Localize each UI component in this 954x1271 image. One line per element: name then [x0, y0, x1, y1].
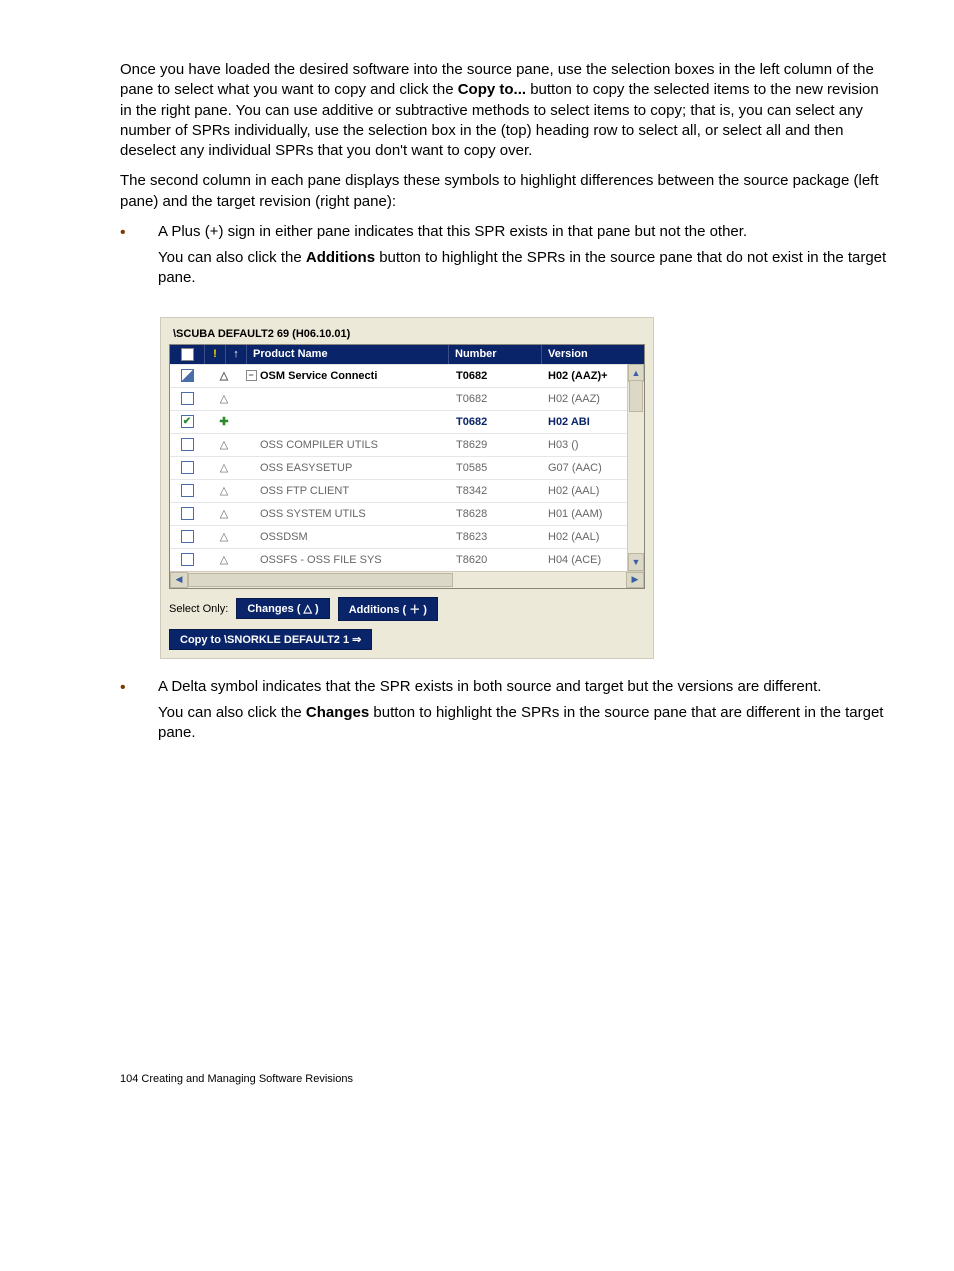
- row-checkbox[interactable]: [170, 484, 204, 497]
- table-row[interactable]: ✔✚T0682H02 ABI: [170, 410, 644, 433]
- bullet-1: • A Plus (+) sign in either pane indicat…: [120, 222, 894, 299]
- delta-icon: △: [204, 484, 244, 497]
- scroll-right-icon[interactable]: ▶: [626, 572, 644, 588]
- row-checkbox[interactable]: [170, 507, 204, 520]
- bullet-2-line-1: A Delta symbol indicates that the SPR ex…: [158, 677, 894, 697]
- plus-icon: ✚: [204, 415, 244, 428]
- horizontal-scrollbar[interactable]: ◀ ▶: [170, 571, 644, 588]
- number-cell: T8620: [450, 554, 542, 566]
- paragraph-2: The second column in each pane displays …: [120, 171, 894, 212]
- product-name-cell: OSSDSM: [258, 531, 450, 543]
- delta-icon: △: [204, 507, 244, 520]
- product-name-cell: OSSFS - OSS FILE SYS: [258, 554, 450, 566]
- text: You can also click the: [158, 249, 306, 266]
- row-checkbox[interactable]: [170, 530, 204, 543]
- delta-icon: △: [204, 553, 244, 566]
- bullet-1-line-1: A Plus (+) sign in either pane indicates…: [158, 222, 894, 242]
- scroll-down-icon[interactable]: ▼: [628, 553, 644, 571]
- additions-button[interactable]: Additions ( ＋ ): [338, 597, 438, 621]
- header-select-all[interactable]: [170, 345, 205, 364]
- scroll-handle[interactable]: [188, 573, 453, 587]
- bullet-1-line-2: You can also click the Additions button …: [158, 248, 894, 289]
- header-number[interactable]: Number: [449, 345, 542, 364]
- delta-icon: △: [204, 530, 244, 543]
- row-checkbox[interactable]: [170, 392, 204, 405]
- table-row[interactable]: △−OSM Service ConnectiT0682H02 (AAZ)+: [170, 364, 644, 387]
- header-version[interactable]: Version: [542, 345, 644, 364]
- table-row[interactable]: △OSS EASYSETUPT0585G07 (AAC): [170, 456, 644, 479]
- product-name-cell: OSS FTP CLIENT: [258, 485, 450, 497]
- number-cell: T0682: [450, 370, 542, 382]
- table-body: △−OSM Service ConnectiT0682H02 (AAZ)+△T0…: [170, 364, 644, 571]
- header-product-name[interactable]: Product Name: [247, 345, 449, 364]
- changes-strong: Changes: [306, 704, 369, 721]
- number-cell: T8628: [450, 508, 542, 520]
- bullet-dot-icon: •: [120, 677, 158, 754]
- delta-icon: △: [204, 369, 244, 382]
- header-alert-icon[interactable]: !: [205, 345, 226, 364]
- table-row[interactable]: △OSS COMPILER UTILST8629H03 (): [170, 433, 644, 456]
- table-row[interactable]: △OSS SYSTEM UTILST8628H01 (AAM): [170, 502, 644, 525]
- additions-strong: Additions: [306, 249, 375, 266]
- row-checkbox[interactable]: [170, 553, 204, 566]
- product-name-cell: OSM Service Connecti: [258, 370, 450, 382]
- table-row[interactable]: △T0682H02 (AAZ): [170, 387, 644, 410]
- header-sort-icon[interactable]: ↑: [226, 345, 247, 364]
- table-row[interactable]: △OSS FTP CLIENTT8342H02 (AAL): [170, 479, 644, 502]
- page-footer: 104 Creating and Managing Software Revis…: [120, 1073, 894, 1085]
- product-name-cell: OSS EASYSETUP: [258, 462, 450, 474]
- delta-icon: △: [204, 461, 244, 474]
- select-only-row: Select Only: Changes ( △ ) Additions ( ＋…: [169, 597, 645, 621]
- product-name-cell: OSS SYSTEM UTILS: [258, 508, 450, 520]
- table-row[interactable]: △OSSDSMT8623H02 (AAL): [170, 525, 644, 548]
- expand-toggle[interactable]: −: [244, 370, 258, 381]
- scroll-thumb[interactable]: [629, 380, 643, 412]
- changes-button[interactable]: Changes ( △ ): [236, 598, 329, 619]
- table-header[interactable]: ! ↑ Product Name Number Version: [170, 345, 644, 364]
- number-cell: T0682: [450, 416, 542, 428]
- table-row[interactable]: △OSSFS - OSS FILE SYST8620H04 (ACE): [170, 548, 644, 571]
- scroll-track[interactable]: [188, 572, 626, 588]
- number-cell: T8629: [450, 439, 542, 451]
- number-cell: T8342: [450, 485, 542, 497]
- paragraph-1: Once you have loaded the desired softwar…: [120, 60, 894, 161]
- vertical-scrollbar[interactable]: ▲ ▼: [627, 364, 644, 571]
- bullet-2-line-2: You can also click the Changes button to…: [158, 703, 894, 744]
- number-cell: T0585: [450, 462, 542, 474]
- number-cell: T0682: [450, 393, 542, 405]
- scroll-left-icon[interactable]: ◀: [170, 572, 188, 588]
- row-checkbox[interactable]: [170, 438, 204, 451]
- spr-table: ! ↑ Product Name Number Version △−OSM Se…: [169, 344, 645, 589]
- text: You can also click the: [158, 704, 306, 721]
- bullet-2: • A Delta symbol indicates that the SPR …: [120, 677, 894, 754]
- copy-to-strong: Copy to...: [458, 81, 526, 98]
- pane-title: \SCUBA DEFAULT2 69 (H06.10.01): [169, 326, 645, 344]
- copy-to-row: Copy to \SNORKLE DEFAULT2 1 ⇒: [169, 629, 645, 650]
- row-checkbox[interactable]: [170, 461, 204, 474]
- copy-to-button[interactable]: Copy to \SNORKLE DEFAULT2 1 ⇒: [169, 629, 372, 650]
- delta-icon: △: [204, 438, 244, 451]
- row-checkbox[interactable]: ✔: [170, 415, 204, 428]
- row-checkbox[interactable]: [170, 369, 204, 382]
- bullet-dot-icon: •: [120, 222, 158, 299]
- product-name-cell: OSS COMPILER UTILS: [258, 439, 450, 451]
- number-cell: T8623: [450, 531, 542, 543]
- select-only-label: Select Only:: [169, 603, 228, 615]
- screenshot-panel: \SCUBA DEFAULT2 69 (H06.10.01) ! ↑ Produ…: [160, 317, 654, 659]
- delta-icon: △: [204, 392, 244, 405]
